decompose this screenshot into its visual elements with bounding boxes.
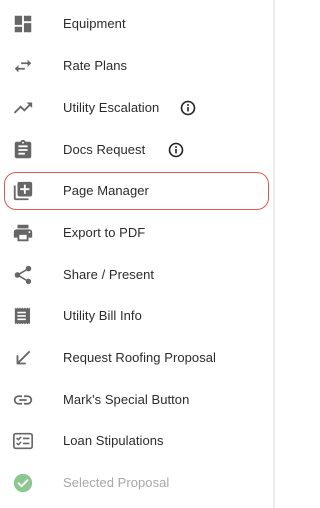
menu-item-label: Mark's Special Button [63,392,190,407]
menu-item-label: Export to PDF [63,225,146,240]
swap-arrows-icon [12,55,34,77]
menu-item-label: Request Roofing Proposal [63,350,216,365]
menu-item-label: Loan Stipulations [63,433,164,448]
clipboard-icon [12,139,34,161]
menu-item-selected-proposal: Selected Proposal [4,464,269,502]
scrollbar-rail [273,0,275,508]
menu-item-label: Rate Plans [63,58,128,73]
arrow-down-left-icon [12,347,34,369]
menu-item-label: Page Manager [63,183,149,198]
menu-item-page-manager[interactable]: Page Manager [4,172,269,210]
menu-item-equipment[interactable]: Equipment [4,5,269,43]
trending-up-icon [12,97,34,119]
share-icon [12,264,34,286]
side-menu: Equipment Rate Plans Utility Escalation … [0,0,273,508]
menu-item-marks-special-button[interactable]: Mark's Special Button [4,381,269,419]
dashboard-icon [12,13,34,35]
info-icon[interactable] [168,142,184,158]
printer-icon [12,222,34,244]
menu-item-export-to-pdf[interactable]: Export to PDF [4,214,269,252]
menu-item-loan-stipulations[interactable]: Loan Stipulations [4,422,269,460]
menu-item-utility-bill-info[interactable]: Utility Bill Info [4,297,269,335]
menu-item-rate-plans[interactable]: Rate Plans [4,47,269,85]
menu-item-share-present[interactable]: Share / Present [4,256,269,294]
menu-item-label: Utility Escalation [63,100,160,115]
menu-item-docs-request[interactable]: Docs Request [4,131,269,169]
menu-item-label: Docs Request [63,142,146,157]
receipt-icon [12,305,34,327]
menu-item-request-roofing-proposal[interactable]: Request Roofing Proposal [4,339,269,377]
menu-item-label: Utility Bill Info [63,308,142,323]
checklist-icon [12,430,34,452]
menu-item-utility-escalation[interactable]: Utility Escalation [4,89,269,127]
check-circle-icon [12,472,34,494]
menu-item-label: Equipment [63,16,126,31]
menu-item-label: Share / Present [63,267,155,282]
info-icon[interactable] [180,100,196,116]
add-page-icon [12,180,34,202]
menu-item-label: Selected Proposal [63,475,170,490]
link-icon [12,389,34,411]
